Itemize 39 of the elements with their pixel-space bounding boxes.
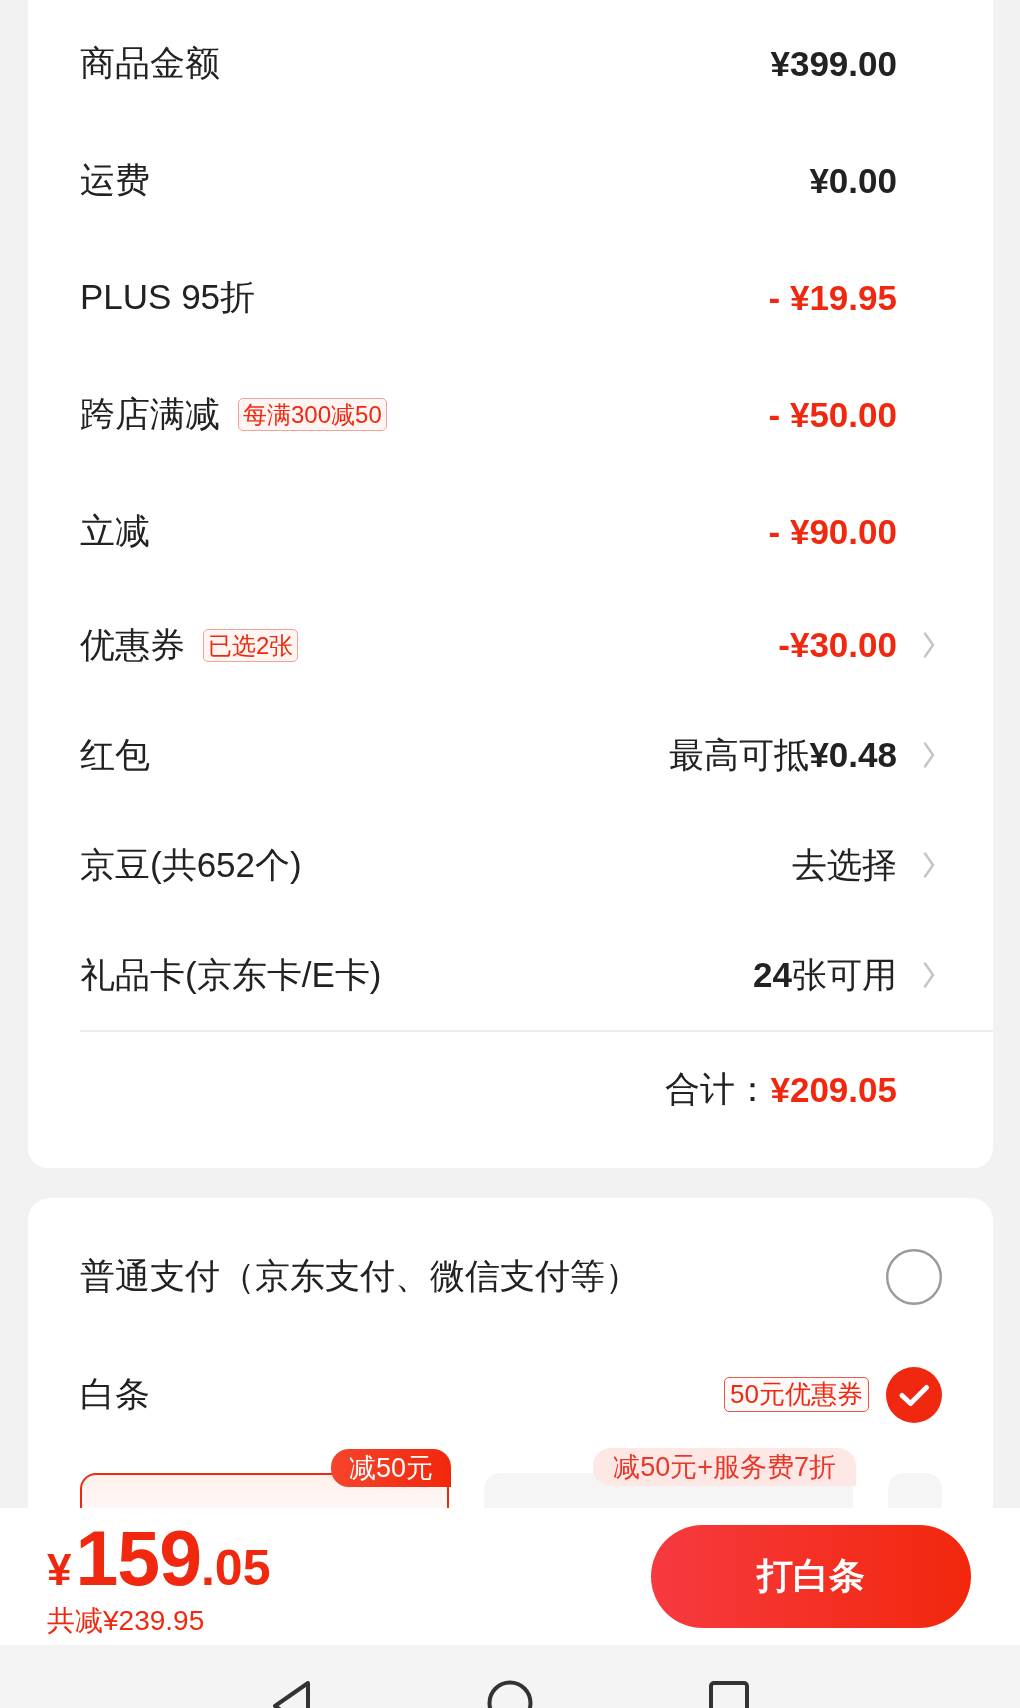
payment-option-label: 普通支付（京东支付、微信支付等） [80,1255,641,1297]
total-value: ¥209.05 [770,1069,897,1110]
total-price: ¥159.05 [47,1520,271,1596]
savings-text: 共减¥239.95 [47,1604,206,1638]
summary-label: 运费 [80,159,150,201]
summary-value: -¥30.00 [778,625,897,665]
summary-label: 跨店满减 [80,393,220,435]
summary-label: 立减 [80,510,150,552]
summary-value: ¥0.00 [809,160,897,201]
summary-label: 礼品卡(京东卡/E卡) [80,953,382,996]
summary-label: 优惠券 [80,623,185,666]
radio-button[interactable] [886,1248,942,1305]
summary-label: 红包 [80,733,150,776]
summary-label: 京豆(共652个) [80,843,302,886]
home-icon[interactable] [487,1680,533,1708]
summary-value: - ¥19.95 [768,277,897,318]
chevron-icon[interactable] [923,852,935,878]
summary-value: 去选择 [792,843,897,886]
summary-value: - ¥90.00 [768,511,897,552]
summary-value: 24张可用 [753,953,897,996]
discount-tag: 已选2张 [203,628,299,662]
radio-button[interactable] [886,1366,942,1423]
back-icon[interactable] [271,1680,311,1708]
summary-label: PLUS 95折 [80,276,256,318]
submit-button[interactable]: 打白条 [651,1525,971,1628]
payment-option-label: 白条 [80,1373,151,1415]
chevron-icon[interactable] [923,632,935,658]
chevron-icon[interactable] [923,742,935,768]
summary-value: ¥399.00 [770,43,897,84]
summary-value: - ¥50.00 [768,394,897,435]
chevron-icon[interactable] [923,962,935,988]
discount-tag: 每满300减50 [238,398,387,431]
coupon-tag: 50元优惠券 [724,1377,869,1412]
discount-badge: 减50元 [330,1448,451,1487]
summary-value: 最高可抵¥0.48 [669,733,897,776]
recents-icon[interactable] [709,1680,749,1708]
summary-label: 商品金额 [80,42,220,84]
total-label: 合计： [665,1068,771,1110]
discount-badge: 减50元+服务费7折 [593,1447,856,1486]
